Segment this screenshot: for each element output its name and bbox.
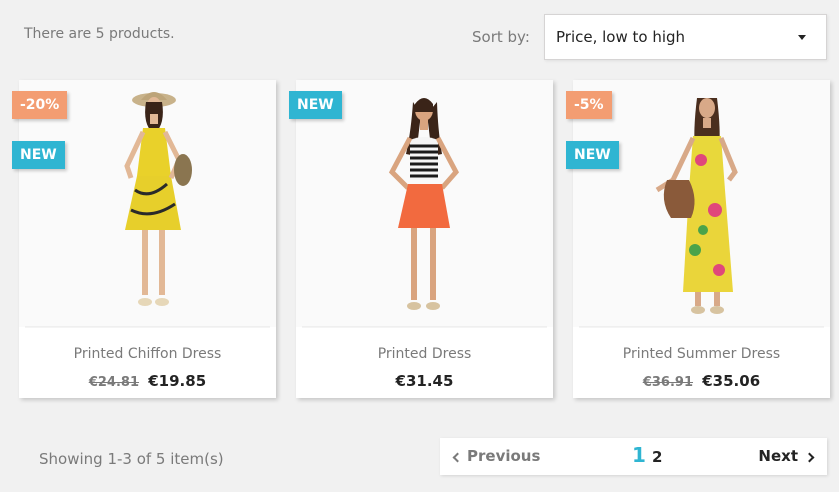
product-name[interactable]: Printed Chiffon Dress (19, 346, 276, 362)
new-flag: NEW (12, 141, 65, 169)
new-flag: NEW (289, 91, 342, 119)
product-prices: €31.45 (296, 372, 553, 390)
next-link[interactable]: Next (758, 447, 815, 465)
chevron-right-icon (804, 452, 815, 463)
product-card[interactable]: -5% NEW Printed Summer Dress €36.91 €35.… (566, 80, 830, 398)
sort-select[interactable]: Price, low to high (544, 14, 827, 60)
old-price: €36.91 (642, 375, 694, 390)
caret-down-icon (798, 35, 806, 40)
image-separator (302, 326, 547, 328)
discount-flag: -20% (12, 91, 68, 119)
old-price: €24.81 (88, 375, 140, 390)
image-separator (579, 326, 824, 328)
price: €35.06 (702, 372, 761, 390)
price: €19.85 (148, 372, 207, 390)
previous-link[interactable]: Previous (452, 447, 540, 465)
product-card[interactable]: NEW Printed Dress €31.45 (289, 80, 553, 398)
product-prices: €24.81 €19.85 (19, 372, 276, 390)
sort-select-value: Price, low to high (556, 28, 686, 46)
showing-count: Showing 1-3 of 5 item(s) (39, 450, 224, 468)
page-2-link[interactable]: 2 (652, 448, 662, 466)
pagination: Previous 1 2 Next (440, 438, 827, 475)
product-name[interactable]: Printed Summer Dress (573, 346, 830, 362)
product-count: There are 5 products. (24, 26, 175, 42)
image-separator (25, 326, 270, 328)
product-name[interactable]: Printed Dress (296, 346, 553, 362)
price: €31.45 (395, 372, 454, 390)
next-label: Next (758, 447, 798, 465)
page-1-link[interactable]: 1 (632, 443, 646, 467)
previous-label: Previous (467, 447, 541, 465)
product-prices: €36.91 €35.06 (573, 372, 830, 390)
discount-flag: -5% (566, 91, 612, 119)
product-card[interactable]: -20% NEW Printed Chiffon Dress €24.81 €1… (12, 80, 276, 398)
new-flag: NEW (566, 141, 619, 169)
chevron-left-icon (452, 452, 463, 463)
sort-label: Sort by: (472, 28, 530, 46)
